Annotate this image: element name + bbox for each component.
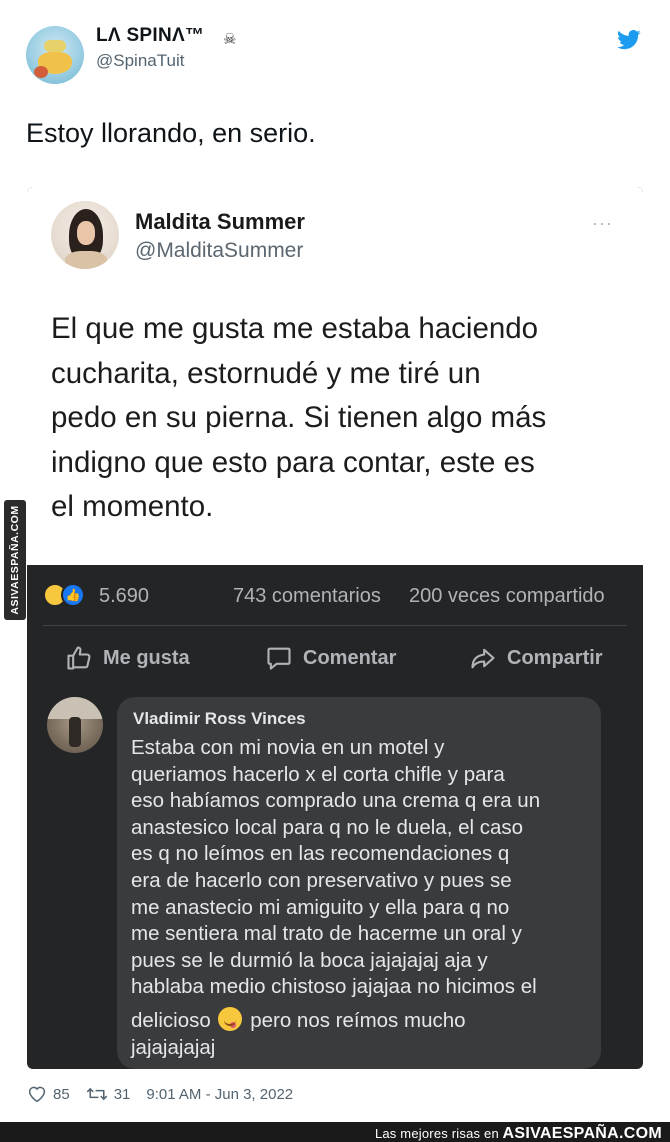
comment-line: me sentiera mal trato de hacerme un oral… xyxy=(131,922,522,946)
thumbs-up-icon xyxy=(67,646,91,670)
comment-line: pues se le durmió la boca jajajajaj aja … xyxy=(131,948,488,972)
retweet-count: 31 xyxy=(113,1085,131,1103)
embedded-author-avatar xyxy=(51,201,119,269)
comment-line-with-emoji: delicioso pero nos reímos mucho xyxy=(131,1006,593,1035)
footer-brand[interactable]: ASIVAESPAÑA.COM xyxy=(503,1125,662,1142)
comment-button: Comentar xyxy=(265,643,396,673)
like-button-label: Me gusta xyxy=(103,646,190,669)
commenter-avatar xyxy=(47,697,103,753)
tweet-text: Estoy llorando, en serio. xyxy=(26,118,316,148)
embedded-tweet: Maldita Summer @MalditaSummer ··· El que… xyxy=(27,187,643,565)
share-button-label: Compartir xyxy=(507,646,603,669)
embedded-text-line: El que me gusta me estaba haciendo xyxy=(51,312,539,345)
like-button: Me gusta xyxy=(65,643,190,673)
comment-button-label: Comentar xyxy=(303,646,397,669)
more-options-icon: ··· xyxy=(592,213,613,233)
embedded-text-line: cucharita, estornudé y me tiré un xyxy=(51,356,481,390)
comment-line: era de hacerlo con preservativo y pues s… xyxy=(131,868,512,892)
author-handle[interactable]: @SpinaTuit xyxy=(96,51,184,71)
share-arrow-icon xyxy=(471,648,495,669)
post-actions: Me gusta Comentar Compartir xyxy=(27,631,643,683)
retweet-icon[interactable] xyxy=(86,1086,108,1102)
footer-banner: Las mejores risas en ASIVAESPAÑA.COM xyxy=(0,1122,670,1142)
tweet-meta: 85 31 9:01 AM - Jun 3, 2022 xyxy=(27,1083,293,1105)
shares-count: 200 veces compartido xyxy=(409,585,605,607)
comment-bubble-icon xyxy=(267,647,291,670)
twitter-bird-icon[interactable] xyxy=(617,30,641,50)
footer-prefix: Las mejores risas en xyxy=(374,1126,499,1141)
comment-line: hablaba medio chistoso jajajaa no hicimo… xyxy=(131,975,537,999)
skull-icon: ☠ xyxy=(223,31,237,48)
side-watermark: ASIVAESPAÑA.COM xyxy=(4,500,26,620)
embedded-author-handle: @MalditaSummer xyxy=(135,239,304,262)
embedded-author-name: Maldita Summer xyxy=(135,209,305,234)
comment-line: me anastecio mi amiguito y ella para q n… xyxy=(131,895,510,919)
comment-line: jajajajajaj xyxy=(131,1035,216,1059)
share-button: Compartir xyxy=(469,643,603,673)
tweet-card: LΛ SPINΛ™ ☠ @SpinaTuit Estoy llorando, e… xyxy=(0,0,670,1122)
side-watermark-text: ASIVAESPAÑA.COM xyxy=(9,505,21,615)
smiling-emoji-icon xyxy=(218,1006,243,1031)
comment-word: delicioso xyxy=(131,1008,211,1032)
comment-author: Vladimir Ross Vinces xyxy=(133,709,306,728)
reaction-stats-bar: 👍 5.690 743 comentarios 200 veces compar… xyxy=(27,565,643,625)
embedded-text-line: pedo en su pierna. Si tienen algo más xyxy=(51,401,547,434)
reaction-count: 5.690 xyxy=(99,585,150,607)
comment-line: anastesico local para q no le duela, el … xyxy=(131,815,524,839)
comment-line: Estaba con mi novia en un motel y xyxy=(131,736,445,759)
heart-icon[interactable] xyxy=(27,1085,47,1103)
embedded-screenshot[interactable]: Maldita Summer @MalditaSummer ··· El que… xyxy=(27,187,643,1069)
comment-line: es q no leímos en las recomendaciones q xyxy=(131,842,510,866)
embedded-text-line: el momento. xyxy=(51,490,214,523)
author-name[interactable]: LΛ SPINΛ™ xyxy=(96,25,204,47)
comment-line: queriamos hacerlo x el corta chifle y pa… xyxy=(131,762,505,786)
comment-bubble: Vladimir Ross Vinces Estaba con mi novia… xyxy=(117,697,601,1069)
embedded-text-line: indigno que esto para contar, este es xyxy=(51,445,535,479)
embedded-tweet-text: El que me gusta me estaba haciendo cucha… xyxy=(51,307,631,530)
like-reaction-icon: 👍 xyxy=(61,583,85,607)
tweet-timestamp[interactable]: 9:01 AM - Jun 3, 2022 xyxy=(146,1086,293,1103)
divider xyxy=(43,625,627,626)
comment-word: pero nos reímos mucho xyxy=(250,1008,466,1032)
reaction-icons: 👍 xyxy=(43,583,91,607)
comments-count: 743 comentarios xyxy=(233,585,381,607)
comment-line: eso habíamos comprado una crema q era un xyxy=(131,789,541,813)
author-avatar[interactable] xyxy=(26,26,84,84)
comment-text: Estaba con mi novia en un motel y queria… xyxy=(131,735,593,1061)
like-count: 85 xyxy=(53,1085,70,1103)
footer-text: Las mejores risas en ASIVAESPAÑA.COM xyxy=(375,1125,662,1142)
